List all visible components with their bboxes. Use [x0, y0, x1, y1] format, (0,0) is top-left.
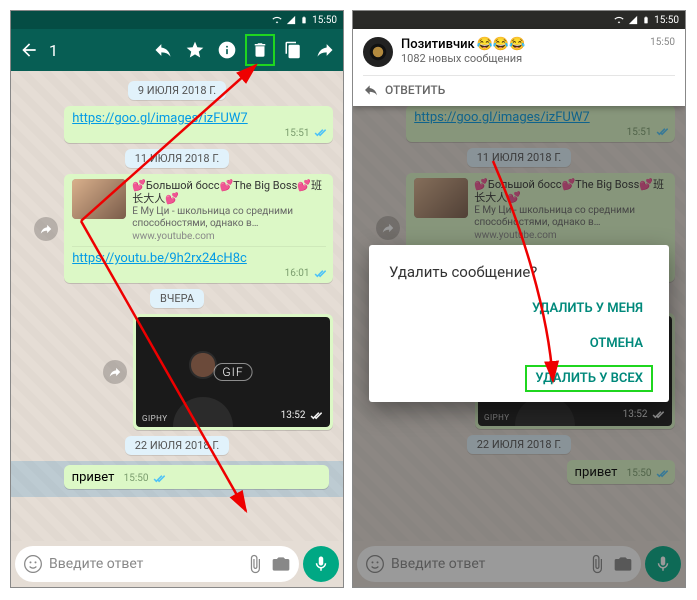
message-time: 13:52: [281, 410, 306, 421]
link-preview[interactable]: 💕Большой босс💕The Big Boss💕班长大人💕 Е Му Ци…: [72, 179, 326, 247]
message-bubble[interactable]: 💕Большой босс💕The Big Boss💕班长大人💕 Е Му Ци…: [64, 174, 333, 283]
selection-count: 1: [49, 41, 58, 60]
camera-icon[interactable]: [271, 554, 291, 574]
star-icon[interactable]: [181, 36, 209, 64]
cancel-button[interactable]: ОТМЕНА: [580, 330, 653, 357]
delete-icon[interactable]: [250, 36, 270, 64]
input-bar: Введите ответ: [11, 541, 343, 587]
notif-emoji: 😂😂😂: [477, 37, 526, 52]
message-input[interactable]: Введите ответ: [15, 546, 299, 582]
gif-message-bubble[interactable]: GIF GIPHY 13:52: [133, 314, 333, 430]
read-ticks-icon: [312, 128, 326, 138]
input-placeholder: Введите ответ: [49, 556, 239, 572]
message-link[interactable]: https://goo.gl/images/izFUW7: [72, 111, 247, 126]
battery-icon: [642, 15, 650, 25]
attach-icon[interactable]: [245, 554, 265, 574]
signal-icon: [286, 15, 296, 25]
gif-person: [158, 339, 248, 427]
giphy-label: GIPHY: [142, 414, 168, 423]
notif-avatar: [363, 37, 393, 67]
status-time: 15:50: [654, 15, 679, 26]
battery-icon: [300, 15, 308, 25]
copy-icon[interactable]: [279, 36, 307, 64]
wifi-icon: [614, 15, 624, 25]
date-pill: 22 ИЮЛЯ 2018 Г.: [125, 436, 230, 455]
forward-share-icon[interactable]: [103, 360, 127, 384]
preview-desc: Е Му Ци - школьница со средними способно…: [132, 206, 326, 230]
delete-for-everyone-button[interactable]: УДАЛИТЬ У ВСЕХ: [525, 365, 653, 392]
notif-title: Позитивчик: [401, 37, 475, 52]
delete-for-me-button[interactable]: УДАЛИТЬ У МЕНЯ: [522, 295, 653, 322]
preview-thumb: [72, 179, 126, 219]
message-bubble[interactable]: https://goo.gl/images/izFUW7 15:51: [64, 106, 333, 143]
date-pill: 11 ИЮЛЯ 2018 Г.: [125, 149, 230, 168]
heads-up-notification[interactable]: Позитивчик😂😂😂 1082 новых сообщения 15:50…: [353, 29, 685, 106]
status-bar: 15:50: [11, 11, 343, 29]
preview-title: 💕Большой босс💕The Big Boss💕班长大人💕: [132, 179, 326, 205]
gif-image[interactable]: GIF GIPHY 13:52: [136, 317, 330, 427]
reply-icon: [363, 82, 379, 98]
notif-reply-button[interactable]: ОТВЕТИТЬ: [363, 75, 675, 98]
status-time: 15:50: [312, 15, 337, 26]
message-link[interactable]: https://youtu.be/9h2rx24cH8c: [72, 251, 247, 266]
read-ticks-icon: [308, 411, 322, 421]
notif-subtitle: 1082 новых сообщения: [401, 52, 525, 65]
mic-button[interactable]: [303, 546, 339, 582]
read-ticks-icon: [151, 474, 165, 484]
message-time: 15:51: [285, 128, 310, 139]
delete-button-highlight: [245, 34, 275, 66]
message-text: привет: [72, 470, 115, 485]
signal-icon: [628, 15, 638, 25]
dialog-title: Удалить сообщение?: [389, 263, 653, 281]
input-bar: Введите ответ: [353, 541, 685, 587]
preview-source: www.youtube.com: [132, 231, 326, 242]
selection-action-bar: 1: [11, 29, 343, 71]
back-icon[interactable]: [15, 36, 43, 64]
info-icon[interactable]: [213, 36, 241, 64]
gif-badge: GIF: [213, 363, 252, 381]
delete-dialog: Удалить сообщение? УДАЛИТЬ У МЕНЯ ОТМЕНА…: [369, 245, 669, 402]
message-time: 15:50: [124, 473, 149, 484]
notif-time: 15:50: [650, 37, 675, 48]
chat-area[interactable]: 9 ИЮЛЯ 2018 Г. https://goo.gl/images/izF…: [11, 71, 343, 541]
notif-reply-label: ОТВЕТИТЬ: [385, 83, 445, 97]
date-pill: ВЧЕРА: [150, 289, 204, 308]
forward-share-icon[interactable]: [34, 217, 58, 241]
wifi-icon: [272, 15, 282, 25]
message-bubble[interactable]: привет 15:50: [64, 465, 329, 489]
phone-right: 15:50 Позитивчик😂😂😂 1082 новых сообщения…: [352, 10, 686, 588]
status-bar: 15:50: [353, 11, 685, 29]
emoji-icon[interactable]: [23, 554, 43, 574]
message-time: 16:01: [285, 268, 310, 279]
dim-overlay: [353, 541, 685, 587]
read-ticks-icon: [312, 269, 326, 279]
phone-left: 15:50 1 9 ИЮЛЯ 2018 Г. https://goo.gl/im…: [10, 10, 344, 588]
date-pill: 9 ИЮЛЯ 2018 Г.: [128, 81, 226, 100]
reply-icon[interactable]: [149, 36, 177, 64]
selected-message-row[interactable]: привет 15:50: [11, 461, 343, 497]
forward-icon[interactable]: [311, 36, 339, 64]
